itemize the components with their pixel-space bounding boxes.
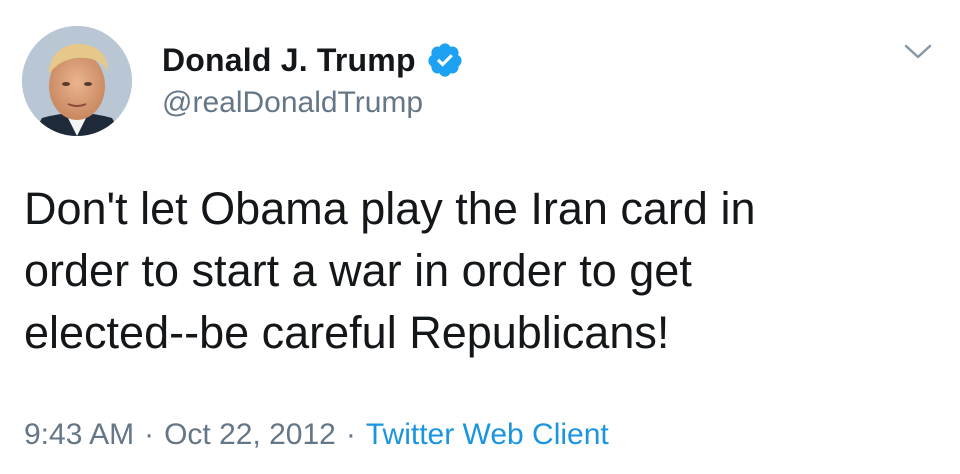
tweet-date[interactable]: Oct 22, 2012	[164, 418, 336, 451]
tweet-source-link[interactable]: Twitter Web Client	[366, 418, 609, 451]
meta-separator: ·	[345, 418, 356, 451]
avatar-photo-icon	[22, 26, 132, 136]
tweet-meta: 9:43 AM · Oct 22, 2012 · Twitter Web Client	[24, 418, 609, 452]
author-handle[interactable]: @realDonaldTrump	[162, 86, 423, 120]
chevron-down-icon[interactable]	[900, 40, 936, 64]
avatar[interactable]	[22, 26, 132, 136]
tweet-card: Donald J. Trump @realDonaldTrump Don't l…	[0, 0, 960, 474]
tweet-time[interactable]: 9:43 AM	[24, 418, 134, 451]
tweet-text: Don't let Obama play the Iran card in or…	[24, 183, 756, 358]
author-name-row: Donald J. Trump	[162, 38, 464, 82]
verified-badge-icon	[426, 41, 464, 79]
display-name[interactable]: Donald J. Trump	[162, 42, 416, 79]
meta-separator: ·	[144, 418, 155, 451]
